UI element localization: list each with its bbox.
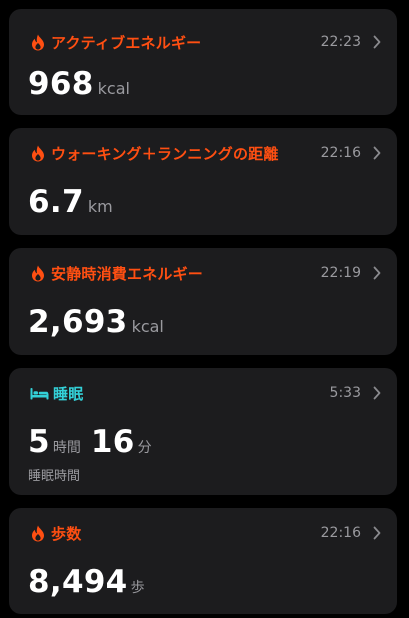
card-header: ウォーキング＋ランニングの距離 22:16 bbox=[29, 142, 381, 164]
hours-unit: 時間 bbox=[52, 440, 81, 456]
flame-icon bbox=[29, 144, 47, 162]
resting-energy-card[interactable]: 安静時消費エネルギー 22:19 2,693 kcal bbox=[9, 248, 397, 355]
chevron-right-icon bbox=[373, 146, 381, 160]
card-title: ウォーキング＋ランニングの距離 bbox=[51, 144, 279, 163]
card-title: 睡眠 bbox=[53, 384, 84, 403]
card-value: 6.7 km bbox=[28, 184, 113, 220]
card-timestamp: 22:19 bbox=[320, 265, 361, 281]
sleep-subtitle: 睡眠時間 bbox=[28, 469, 81, 484]
card-timestamp: 22:23 bbox=[320, 34, 361, 50]
card-header: 睡眠 5:33 bbox=[29, 382, 381, 404]
value-unit: km bbox=[87, 197, 113, 216]
value-unit: 歩 bbox=[130, 580, 145, 596]
sleep-duration: 5 時間 16 分 bbox=[28, 424, 152, 460]
card-timestamp: 5:33 bbox=[329, 385, 361, 401]
sleep-hours: 5 bbox=[28, 424, 50, 460]
sleep-minutes: 16 bbox=[90, 424, 135, 460]
value-unit: kcal bbox=[97, 79, 130, 98]
sleep-card[interactable]: 睡眠 5:33 5 時間 16 分 睡眠時間 bbox=[9, 368, 397, 495]
steps-card[interactable]: 歩数 22:16 8,494 歩 bbox=[9, 508, 397, 614]
chevron-right-icon bbox=[373, 386, 381, 400]
card-header: 歩数 22:16 bbox=[29, 522, 381, 544]
card-title: 安静時消費エネルギー bbox=[51, 264, 204, 283]
card-timestamp: 22:16 bbox=[320, 525, 361, 541]
walking-running-distance-card[interactable]: ウォーキング＋ランニングの距離 22:16 6.7 km bbox=[9, 128, 397, 235]
card-title: 歩数 bbox=[51, 524, 82, 543]
card-header: 安静時消費エネルギー 22:19 bbox=[29, 262, 381, 284]
value-number: 968 bbox=[28, 66, 94, 102]
card-value: 8,494 歩 bbox=[28, 564, 145, 600]
value-number: 8,494 bbox=[28, 564, 128, 600]
card-timestamp: 22:16 bbox=[320, 145, 361, 161]
card-title: アクティブエネルギー bbox=[51, 33, 202, 52]
flame-icon bbox=[29, 524, 47, 542]
chevron-right-icon bbox=[373, 526, 381, 540]
bed-icon bbox=[29, 384, 49, 402]
flame-icon bbox=[29, 264, 47, 282]
chevron-right-icon bbox=[373, 266, 381, 280]
minutes-unit: 分 bbox=[137, 440, 152, 456]
card-value: 968 kcal bbox=[28, 66, 130, 102]
card-value: 2,693 kcal bbox=[28, 304, 164, 340]
value-number: 2,693 bbox=[28, 304, 128, 340]
flame-icon bbox=[29, 33, 47, 51]
active-energy-card[interactable]: アクティブエネルギー 22:23 968 kcal bbox=[9, 9, 397, 115]
value-unit: kcal bbox=[131, 317, 164, 336]
value-number: 6.7 bbox=[28, 184, 84, 220]
chevron-right-icon bbox=[373, 35, 381, 49]
card-header: アクティブエネルギー 22:23 bbox=[29, 31, 381, 53]
